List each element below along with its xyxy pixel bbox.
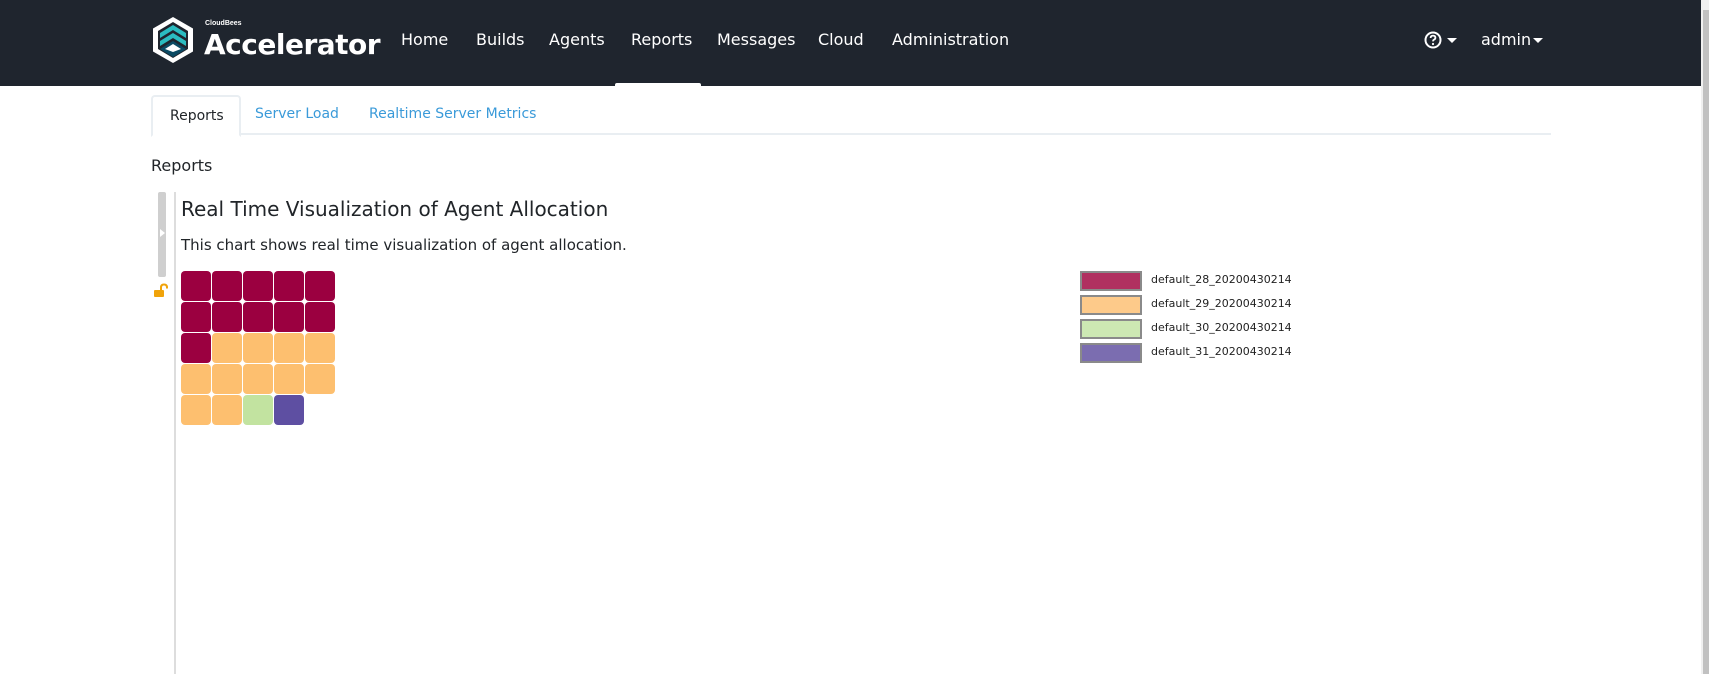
chart-title: Real Time Visualization of Agent Allocat… — [181, 197, 609, 221]
allocation-tile[interactable] — [212, 271, 242, 301]
allocation-tile[interactable] — [274, 302, 304, 332]
panel-divider — [174, 192, 176, 674]
legend-swatch — [1080, 271, 1142, 291]
legend-item: default_29_20200430214 — [1080, 295, 1380, 315]
section-title: Reports — [151, 156, 213, 175]
legend-item: default_31_20200430214 — [1080, 343, 1380, 363]
allocation-tile[interactable] — [243, 364, 273, 394]
legend-label: default_31_20200430214 — [1151, 345, 1292, 358]
allocation-tile[interactable] — [274, 395, 304, 425]
legend-item: default_30_20200430214 — [1080, 319, 1380, 339]
allocation-tile[interactable] — [243, 395, 273, 425]
nav-administration[interactable]: Administration — [892, 30, 1009, 49]
allocation-tile[interactable] — [305, 302, 335, 332]
user-caret-down-icon[interactable] — [1533, 38, 1543, 43]
allocation-tile[interactable] — [181, 395, 211, 425]
nav-messages[interactable]: Messages — [717, 30, 795, 49]
nav-home[interactable]: Home — [401, 30, 448, 49]
tab-realtime-server-metrics[interactable]: Realtime Server Metrics — [352, 95, 553, 133]
allocation-tile[interactable] — [274, 364, 304, 394]
brand-company: CloudBees — [205, 20, 242, 27]
allocation-tile[interactable] — [305, 271, 335, 301]
tab-reports[interactable]: Reports — [151, 95, 241, 137]
allocation-tile[interactable] — [181, 333, 211, 363]
nav-reports[interactable]: Reports — [631, 30, 692, 49]
cloudbees-logo-icon[interactable] — [151, 16, 195, 64]
tabs-divider — [151, 133, 1551, 135]
allocation-tile[interactable] — [305, 333, 335, 363]
scrollbar-thumb[interactable] — [1703, 10, 1709, 674]
legend-swatch — [1080, 343, 1142, 363]
legend-label: default_28_20200430214 — [1151, 273, 1292, 286]
legend-swatch — [1080, 319, 1142, 339]
allocation-tile[interactable] — [212, 364, 242, 394]
allocation-tile[interactable] — [305, 364, 335, 394]
allocation-tile[interactable] — [181, 271, 211, 301]
nav-builds[interactable]: Builds — [476, 30, 525, 49]
allocation-tile[interactable] — [212, 333, 242, 363]
allocation-tile[interactable] — [212, 302, 242, 332]
nav-active-indicator — [615, 83, 701, 86]
legend-item: default_28_20200430214 — [1080, 271, 1380, 291]
chart-description: This chart shows real time visualization… — [181, 236, 627, 254]
nav-cloud[interactable]: Cloud — [818, 30, 864, 49]
top-navbar: CloudBees Accelerator Home Builds Agents… — [0, 0, 1701, 86]
legend-label: default_30_20200430214 — [1151, 321, 1292, 334]
legend-swatch — [1080, 295, 1142, 315]
allocation-tile[interactable] — [243, 333, 273, 363]
allocation-tile[interactable] — [274, 333, 304, 363]
user-menu[interactable]: admin — [1481, 30, 1531, 49]
allocation-tile[interactable] — [181, 302, 211, 332]
legend-label: default_29_20200430214 — [1151, 297, 1292, 310]
expand-arrow-icon — [160, 229, 165, 237]
allocation-tile[interactable] — [243, 302, 273, 332]
question-circle-icon[interactable] — [1424, 31, 1442, 49]
agent-allocation-grid — [181, 271, 341, 431]
brand-name[interactable]: Accelerator — [204, 28, 381, 61]
allocation-tile[interactable] — [181, 364, 211, 394]
help-caret-down-icon[interactable] — [1447, 38, 1457, 43]
allocation-tile[interactable] — [274, 271, 304, 301]
allocation-tile[interactable] — [243, 271, 273, 301]
tab-server-load[interactable]: Server Load — [238, 95, 356, 133]
allocation-tile[interactable] — [212, 395, 242, 425]
nav-agents[interactable]: Agents — [549, 30, 605, 49]
unlock-icon[interactable] — [153, 283, 169, 299]
